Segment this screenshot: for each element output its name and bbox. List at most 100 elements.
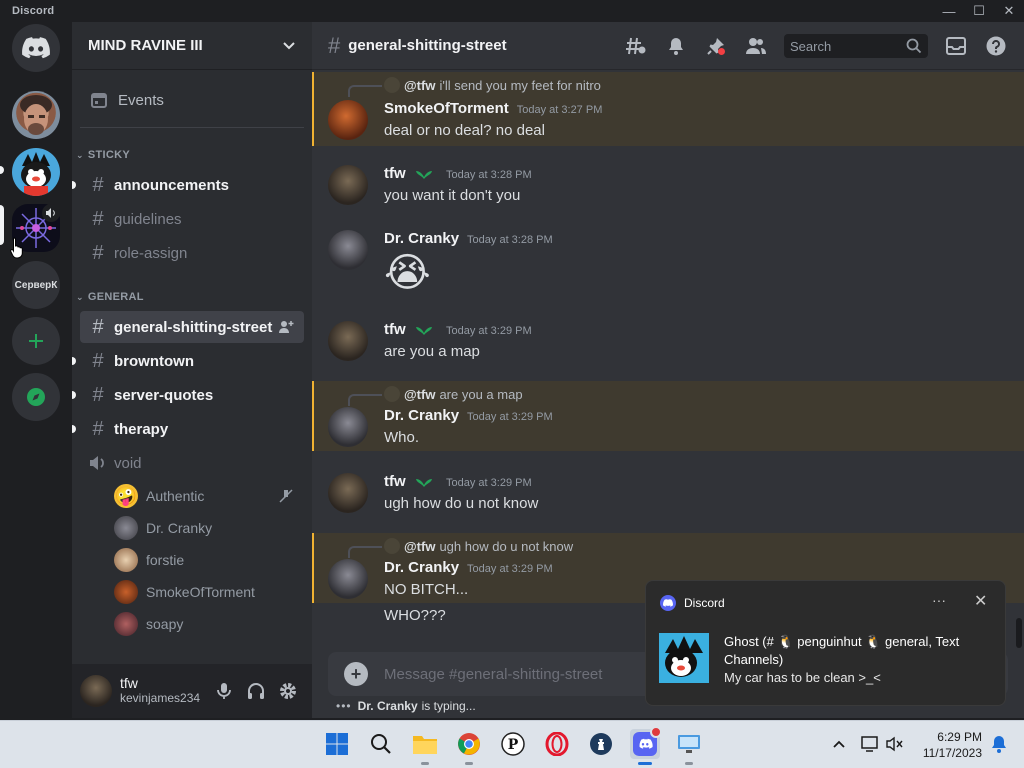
user-settings-button[interactable] [276, 679, 300, 703]
taskbar-search-button[interactable] [366, 729, 396, 759]
author-avatar[interactable] [328, 473, 368, 513]
message-item[interactable]: tfw Today at 3:29 PM are you a map [312, 318, 1024, 368]
message-item[interactable]: Dr. Cranky Today at 3:28 PM 😭 [312, 227, 1024, 302]
author-avatar[interactable] [328, 165, 368, 205]
channel-server-quotes[interactable]: # server-quotes [72, 379, 304, 411]
app-6-button[interactable] [586, 729, 616, 759]
running-indicator [685, 762, 693, 765]
opera-button[interactable] [542, 729, 572, 759]
reply-preview[interactable]: are you a map [439, 387, 522, 402]
message-item[interactable]: tfw Today at 3:28 PM you want it don't y… [312, 162, 1024, 212]
channel-label: therapy [114, 420, 169, 438]
reply-preview[interactable]: ugh how do u not know [439, 539, 573, 554]
chevron-up-icon [833, 740, 845, 748]
running-indicator [638, 762, 652, 765]
notifications-button[interactable] [664, 34, 688, 58]
channel-general-shitting-street[interactable]: # general-shitting-street [80, 311, 304, 343]
chat-header: # general-shitting-street Search [312, 22, 1024, 70]
show-hidden-icons-button[interactable] [824, 729, 854, 759]
members-icon [746, 38, 766, 54]
message-item[interactable]: @tfw are you a map Dr. Cranky Today at 3:2… [312, 381, 1024, 451]
author-avatar[interactable] [328, 407, 368, 447]
notification-toast[interactable]: Discord ··· ✕ Ghost (# 🐧 penguinhut 🐧 ge… [645, 580, 1006, 706]
maximize-button[interactable]: ☐ [964, 0, 994, 22]
pinned-messages-button[interactable] [704, 34, 728, 58]
chrome-button[interactable] [454, 729, 484, 765]
hash-icon: # [92, 315, 104, 338]
message-timestamp: Today at 3:28 PM [467, 234, 553, 246]
channel-browntown[interactable]: # browntown [72, 345, 304, 377]
chat-scrollbar[interactable] [1016, 618, 1022, 648]
discord-taskbar-button[interactable] [630, 726, 662, 765]
channel-therapy[interactable]: # therapy [72, 413, 304, 445]
deafen-button[interactable] [244, 679, 268, 703]
author-name[interactable]: tfw [384, 473, 406, 490]
volume-button[interactable] [880, 729, 910, 759]
explore-servers-button[interactable] [12, 373, 60, 421]
selected-server-pill [0, 205, 4, 245]
voice-user-name: forstie [146, 552, 185, 568]
voice-user-forstie[interactable]: forstie [114, 546, 304, 574]
pin-icon [707, 38, 725, 55]
author-name[interactable]: Dr. Cranky [384, 559, 459, 576]
taskbar-clock[interactable]: 6:29 PM 11/17/2023 [912, 729, 982, 761]
category-general[interactable]: ⌄ GENERAL [76, 291, 144, 303]
message-item[interactable]: @tfw i'll send you my feet for nitro Smok… [312, 72, 1024, 146]
close-window-button[interactable]: ✕ [994, 0, 1024, 22]
add-server-button[interactable] [12, 317, 60, 365]
server-avatar-2[interactable] [12, 148, 60, 196]
minimize-button[interactable]: — [934, 0, 964, 22]
channel-role-assign[interactable]: # role-assign [80, 237, 304, 269]
server-avatar-1[interactable] [12, 91, 60, 139]
hash-icon: # [92, 349, 104, 372]
author-avatar[interactable] [328, 321, 368, 361]
events-button[interactable]: Events [80, 84, 304, 116]
speaker-icon [42, 204, 60, 222]
p-app-button[interactable]: P [498, 729, 528, 759]
author-name[interactable]: tfw [384, 165, 406, 182]
file-explorer-button[interactable] [410, 729, 440, 765]
author-name[interactable]: SmokeOfTorment [384, 100, 509, 117]
help-button[interactable] [984, 34, 1008, 58]
inbox-button[interactable] [944, 34, 968, 58]
server-text-label[interactable]: СерверК [12, 261, 60, 309]
toast-more-button[interactable]: ··· [932, 592, 946, 608]
reply-mention[interactable]: @tfw [404, 78, 435, 93]
guild-header[interactable]: MIND RAVINE III [72, 22, 312, 70]
channel-announcements[interactable]: # announcements [72, 169, 304, 201]
reply-mention[interactable]: @tfw [404, 387, 435, 402]
voice-user-soapy[interactable]: soapy [114, 610, 304, 638]
app-8-button[interactable] [674, 729, 704, 765]
toast-close-button[interactable]: ✕ [974, 591, 987, 611]
hash-icon: # [92, 383, 104, 406]
home-button[interactable] [12, 24, 60, 72]
voice-channel-void[interactable]: void [80, 447, 304, 479]
threads-button[interactable] [624, 34, 648, 58]
windows-logo-icon [326, 733, 348, 755]
author-avatar[interactable] [328, 100, 368, 140]
category-sticky[interactable]: ⌄ STICKY [76, 149, 130, 161]
mute-button[interactable] [212, 679, 236, 703]
author-avatar[interactable] [328, 230, 368, 270]
create-invite-icon[interactable] [278, 319, 294, 335]
channel-guidelines[interactable]: # guidelines [80, 203, 304, 235]
upload-plus-icon[interactable]: + [344, 662, 368, 686]
author-avatar[interactable] [328, 559, 368, 599]
opera-icon [545, 732, 569, 756]
member-list-button[interactable] [744, 34, 768, 58]
user-avatar[interactable] [80, 675, 112, 707]
voice-user-smokeoftorment[interactable]: SmokeOfTorment [114, 578, 304, 606]
nitro-badge-icon [415, 171, 432, 180]
voice-user-authentic[interactable]: 🤪 Authentic [114, 482, 304, 510]
message-item[interactable]: tfw Today at 3:29 PM ugh how do u not kn… [312, 470, 1024, 520]
reply-preview[interactable]: i'll send you my feet for nitro [439, 78, 600, 93]
message-content: are you a map [384, 343, 480, 360]
voice-user-dr-cranky[interactable]: Dr. Cranky [114, 514, 304, 542]
author-name[interactable]: Dr. Cranky [384, 407, 459, 424]
author-name[interactable]: Dr. Cranky [384, 230, 459, 247]
reply-mention[interactable]: @tfw [404, 539, 435, 554]
notification-center-button[interactable] [984, 729, 1014, 759]
start-button[interactable] [322, 729, 352, 759]
search-input[interactable]: Search [784, 34, 928, 58]
author-name[interactable]: tfw [384, 321, 406, 338]
